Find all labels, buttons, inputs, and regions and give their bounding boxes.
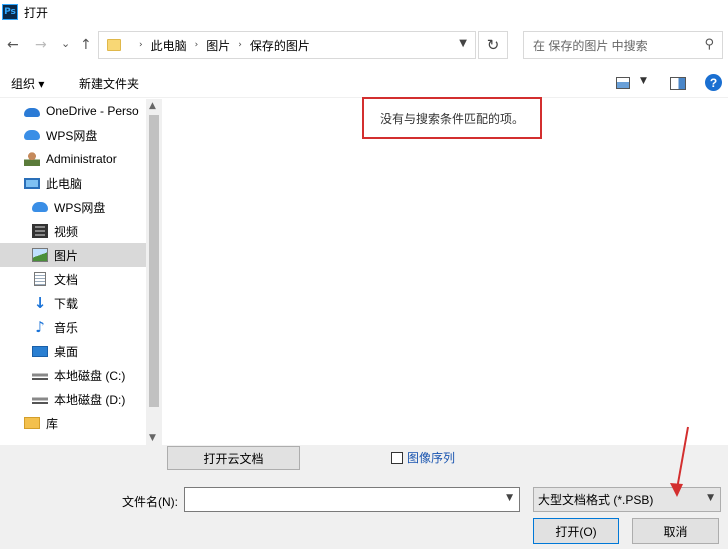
cloud-icon	[24, 130, 40, 140]
recent-locations-button[interactable]: ⌄	[61, 37, 70, 50]
filename-label: 文件名(N):	[122, 495, 178, 509]
address-bar[interactable]: › 此电脑 › 图片 › 保存的图片 ▼	[98, 31, 476, 59]
sidebar-item-desktop[interactable]: 桌面	[0, 339, 146, 363]
scroll-up-icon[interactable]: ▲	[149, 101, 156, 111]
drive-icon	[32, 394, 48, 404]
image-sequence-option[interactable]: 图像序列	[391, 449, 455, 466]
sidebar-item-documents[interactable]: 文档	[0, 267, 146, 291]
chevron-right-icon[interactable]: ›	[238, 40, 242, 50]
refresh-button[interactable]: ↻	[478, 31, 508, 59]
picture-icon	[32, 248, 48, 262]
desktop-icon	[32, 345, 48, 357]
view-dropdown-icon[interactable]: ▼	[640, 76, 647, 86]
sidebar-item-wps-drive-pc[interactable]: WPS网盘	[0, 195, 146, 219]
command-toolbar: 组织 ▾ 新建文件夹 ▼ ?	[0, 68, 728, 98]
sidebar-item-administrator[interactable]: Administrator	[0, 147, 146, 171]
back-button[interactable]: ←	[7, 37, 19, 53]
sidebar-item-pictures[interactable]: 图片	[0, 243, 146, 267]
breadcrumb-this-pc[interactable]: 此电脑	[151, 37, 187, 54]
navigation-pane: OneDrive - Perso WPS网盘 Administrator 此电脑…	[0, 99, 148, 445]
chevron-down-icon[interactable]: ▼	[459, 38, 467, 49]
file-list-area[interactable]: 没有与搜索条件匹配的项。	[162, 97, 728, 445]
sidebar-item-onedrive[interactable]: OneDrive - Perso	[0, 99, 146, 123]
sidebar-item-downloads[interactable]: ↓ 下载	[0, 291, 146, 315]
video-icon	[32, 224, 48, 238]
file-type-value: 大型文档格式 (*.PSB)	[538, 493, 654, 507]
filename-field[interactable]: ▼	[184, 487, 520, 512]
open-cloud-docs-button[interactable]: 打开云文档	[167, 446, 300, 470]
search-placeholder: 在 保存的图片 中搜索	[533, 38, 648, 53]
forward-button[interactable]: →	[35, 37, 47, 53]
breadcrumb-saved-pictures[interactable]: 保存的图片	[250, 37, 310, 54]
scrollbar-thumb[interactable]	[149, 115, 159, 407]
breadcrumb-pictures[interactable]: 图片	[206, 37, 230, 54]
chevron-right-icon[interactable]: ›	[195, 40, 199, 50]
sidebar-item-wps-drive[interactable]: WPS网盘	[0, 123, 146, 147]
dialog-footer: 打开云文档 图像序列 文件名(N): ▼ 大型文档格式 (*.PSB) ▼ 打开…	[0, 445, 728, 549]
view-options-icon[interactable]	[616, 77, 630, 89]
navigation-bar: ← → ⌄ ↑ › 此电脑 › 图片 › 保存的图片 ▼ ↻ 在 保存的图片 中…	[0, 28, 728, 62]
sidebar-item-libraries[interactable]: 库	[0, 411, 146, 435]
cloud-icon	[32, 202, 48, 212]
sidebar-item-music[interactable]: ♪ 音乐	[0, 315, 146, 339]
title-bar: Ps 打开	[0, 0, 728, 24]
file-type-select[interactable]: 大型文档格式 (*.PSB) ▼	[533, 487, 721, 512]
sidebar-item-drive-d[interactable]: 本地磁盘 (D:)	[0, 387, 146, 411]
open-button[interactable]: 打开(O)	[533, 518, 619, 544]
document-icon	[34, 272, 46, 286]
scroll-down-icon[interactable]: ▼	[149, 433, 156, 443]
sidebar-item-videos[interactable]: 视频	[0, 219, 146, 243]
chevron-down-icon[interactable]: ▼	[506, 493, 513, 503]
chevron-down-icon[interactable]: ▼	[707, 493, 714, 503]
folder-icon	[107, 39, 121, 51]
organize-menu[interactable]: 组织 ▾	[11, 75, 44, 92]
sidebar-scrollbar[interactable]: ▲ ▼	[146, 99, 162, 445]
image-sequence-checkbox[interactable]	[391, 451, 403, 464]
sidebar-item-this-pc[interactable]: 此电脑	[0, 171, 146, 195]
library-icon	[24, 417, 40, 429]
download-icon: ↓	[33, 294, 47, 312]
music-icon: ♪	[35, 318, 45, 336]
photoshop-app-icon: Ps	[2, 4, 18, 20]
empty-results-message: 没有与搜索条件匹配的项。	[362, 97, 542, 139]
computer-icon	[24, 177, 40, 189]
new-folder-button[interactable]: 新建文件夹	[79, 75, 139, 92]
search-input[interactable]: 在 保存的图片 中搜索 ⚲	[523, 31, 723, 59]
window-title: 打开	[24, 5, 49, 20]
sidebar-item-drive-c[interactable]: 本地磁盘 (C:)	[0, 363, 146, 387]
preview-pane-icon[interactable]	[670, 77, 686, 90]
help-icon[interactable]: ?	[705, 74, 722, 91]
image-sequence-label[interactable]: 图像序列	[407, 449, 455, 466]
search-icon: ⚲	[704, 37, 714, 52]
user-icon	[24, 152, 40, 166]
onedrive-icon	[24, 107, 40, 117]
cancel-button[interactable]: 取消	[632, 518, 719, 544]
drive-icon	[32, 370, 48, 380]
chevron-right-icon[interactable]: ›	[139, 40, 143, 50]
up-button[interactable]: ↑	[80, 37, 92, 53]
